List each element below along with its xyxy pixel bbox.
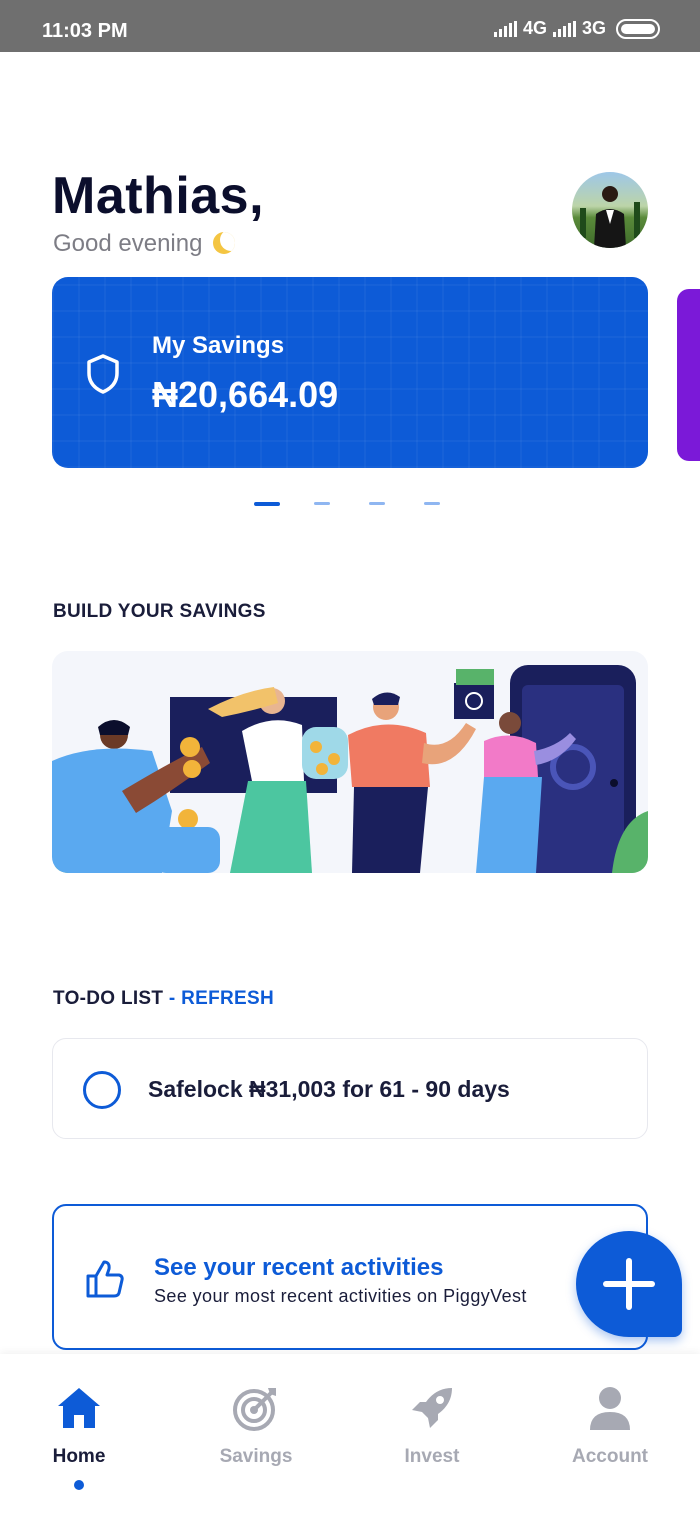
savings-illustration[interactable]: [52, 651, 648, 873]
recent-activities-subtitle: See your most recent activities on Piggy…: [154, 1286, 527, 1306]
add-button[interactable]: [576, 1231, 682, 1337]
savings-label: My Savings: [152, 332, 285, 359]
nav-home[interactable]: Home: [19, 1384, 139, 1468]
home-icon: [58, 1388, 100, 1428]
target-icon: [233, 1388, 276, 1431]
savings-amount: ₦20,664.09: [152, 374, 339, 415]
avatar[interactable]: [572, 172, 648, 248]
battery-icon: [616, 18, 660, 39]
carousel-dot[interactable]: [369, 502, 385, 505]
nav-invest[interactable]: Invest: [372, 1384, 492, 1468]
greeting-label: Good evening: [53, 230, 203, 257]
thumbs-up-icon: [86, 1260, 124, 1298]
people-saving-illustration: [52, 665, 648, 873]
nav-account-label: Account: [572, 1446, 648, 1467]
carousel-indicator: [0, 502, 700, 506]
carousel-dot[interactable]: [254, 502, 280, 506]
shield-icon: [87, 354, 119, 394]
user-name: Mathias,: [52, 167, 265, 225]
nav-savings-label: Savings: [219, 1446, 293, 1467]
network-type-1: 4G: [522, 18, 547, 38]
network-type-2: 3G: [581, 18, 606, 38]
signal-icon: [552, 20, 576, 37]
active-indicator: [74, 1480, 84, 1490]
todo-item[interactable]: Safelock ₦31,003 for 61 - 90 days: [52, 1038, 648, 1139]
recent-activities-card[interactable]: See your recent activities See your most…: [52, 1204, 648, 1350]
nav-account[interactable]: Account: [550, 1384, 670, 1468]
rocket-icon: [412, 1388, 452, 1428]
signal-icon: [493, 20, 517, 37]
carousel-dot[interactable]: [314, 502, 330, 505]
nav-invest-label: Invest: [404, 1446, 460, 1467]
build-savings-title: BUILD YOUR SAVINGS: [53, 601, 266, 622]
nav-home-label: Home: [52, 1446, 106, 1467]
recent-activities-title: See your recent activities: [154, 1254, 444, 1281]
todo-label: TO-DO LIST: [53, 988, 164, 1009]
user-icon: [590, 1387, 630, 1430]
carousel-dot[interactable]: [424, 502, 440, 505]
greeting-text: Good evening: [53, 230, 236, 258]
status-time: 11:03 PM: [42, 20, 128, 42]
moon-icon: [213, 232, 236, 254]
status-bar: 11:03 PM 4G 3G: [0, 0, 700, 52]
status-indicators: 4G 3G: [493, 18, 660, 39]
todo-checkbox[interactable]: [83, 1071, 121, 1109]
refresh-link[interactable]: REFRESH: [181, 988, 274, 1009]
savings-card[interactable]: My Savings ₦20,664.09: [52, 277, 648, 468]
todo-separator: -: [163, 988, 182, 1009]
todo-title: TO-DO LIST - REFRESH: [53, 988, 274, 1010]
nav-savings[interactable]: Savings: [196, 1384, 316, 1468]
card-pattern: [52, 277, 648, 468]
bottom-nav: Home Savings Invest Account: [0, 1354, 700, 1518]
avatar-photo: [580, 186, 640, 248]
todo-item-text: Safelock ₦31,003 for 61 - 90 days: [148, 1076, 510, 1102]
next-card-peek[interactable]: [677, 289, 700, 461]
